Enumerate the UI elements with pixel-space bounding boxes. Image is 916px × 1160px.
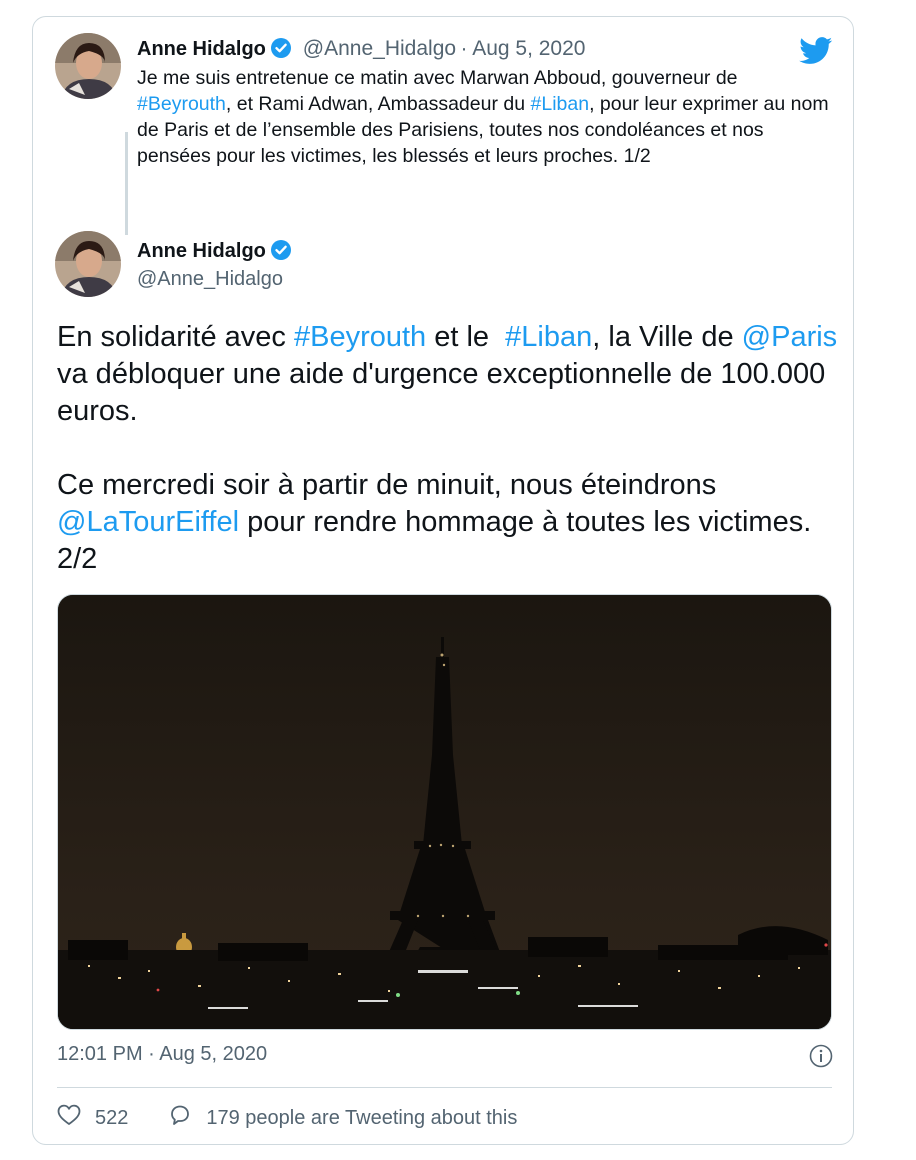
hashtag-liban-link[interactable]: #Liban bbox=[505, 321, 592, 353]
quoted-date[interactable]: Aug 5, 2020 bbox=[472, 37, 585, 60]
footer-divider bbox=[57, 1087, 832, 1088]
tweet-paragraph-1: En solidarité avec #Beyrouth et le #Liba… bbox=[57, 319, 847, 430]
tweet-text-segment: , la Ville de bbox=[592, 321, 742, 353]
quoted-text-segment: Je me suis entretenue ce matin avec Marw… bbox=[137, 67, 738, 89]
main-author-name[interactable]: Anne Hidalgo bbox=[137, 240, 266, 262]
info-icon[interactable] bbox=[809, 1044, 833, 1073]
tweet-text-segment: Ce mercredi soir à partir de minuit, nou… bbox=[57, 469, 717, 501]
reply-bubble-icon bbox=[168, 1103, 192, 1133]
quoted-handle[interactable]: @Anne_Hidalgo bbox=[303, 37, 456, 60]
quoted-tweet-header: Anne Hidalgo @Anne_Hidalgo · Aug 5, 2020 bbox=[137, 37, 585, 64]
like-action[interactable]: 522 bbox=[57, 1104, 128, 1132]
tweet-paragraph-2: Ce mercredi soir à partir de minuit, nou… bbox=[57, 467, 847, 578]
quoted-author-name[interactable]: Anne Hidalgo bbox=[137, 38, 266, 60]
tweet-text-segment: et le bbox=[426, 321, 506, 353]
hashtag-beyrouth-link[interactable]: #Beyrouth bbox=[137, 93, 226, 115]
tweet-text-segment: va débloquer une aide d'urgence exceptio… bbox=[57, 358, 826, 427]
embedded-tweet-card: Anne Hidalgo @Anne_Hidalgo · Aug 5, 2020… bbox=[32, 16, 854, 1145]
tweeting-about-text: 179 people are Tweeting about this bbox=[206, 1106, 518, 1129]
hashtag-beyrouth-link[interactable]: #Beyrouth bbox=[294, 321, 426, 353]
hashtag-liban-link[interactable]: #Liban bbox=[531, 93, 590, 115]
mention-latoureiffel-link[interactable]: @LaTourEiffel bbox=[57, 506, 239, 538]
mention-paris-link[interactable]: @Paris bbox=[742, 321, 838, 353]
tweet-text-segment: En solidarité avec bbox=[57, 321, 294, 353]
quoted-tweet-text: Je me suis entretenue ce matin avec Marw… bbox=[137, 65, 837, 169]
verified-badge-icon bbox=[270, 37, 292, 64]
tweet-photo-eiffel-tower-dark[interactable] bbox=[57, 594, 832, 1030]
avatar-quoted[interactable] bbox=[55, 33, 121, 99]
tweet-actions-bar: 522 179 people are Tweeting about this bbox=[57, 1099, 557, 1137]
tweet-timestamp[interactable]: 12:01 PM · Aug 5, 2020 bbox=[57, 1043, 267, 1066]
verified-badge-icon bbox=[270, 239, 292, 266]
like-count: 522 bbox=[95, 1106, 129, 1129]
quoted-text-segment: , et Rami Adwan, Ambassadeur du bbox=[225, 93, 531, 115]
main-tweet-text: En solidarité avec #Beyrouth et le #Liba… bbox=[57, 319, 847, 578]
avatar-main[interactable] bbox=[55, 231, 121, 297]
heart-icon bbox=[57, 1104, 81, 1132]
thread-connector-line bbox=[125, 132, 128, 235]
tweeting-about-action[interactable]: 179 people are Tweeting about this bbox=[168, 1103, 517, 1133]
main-author-handle[interactable]: @Anne_Hidalgo bbox=[137, 268, 283, 291]
main-tweet-author-name-row: Anne Hidalgo bbox=[137, 239, 292, 266]
